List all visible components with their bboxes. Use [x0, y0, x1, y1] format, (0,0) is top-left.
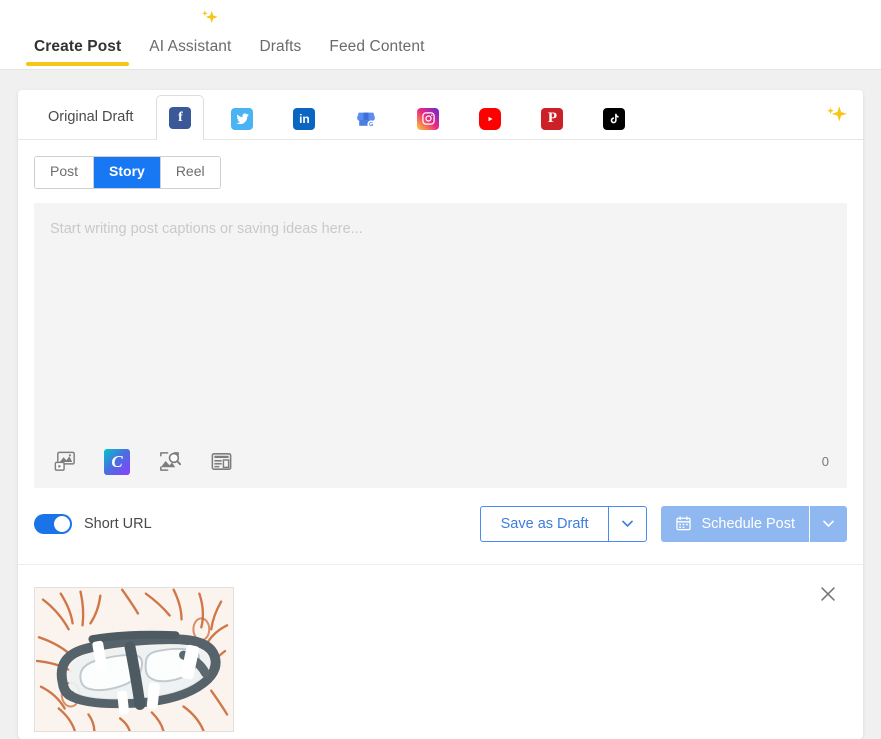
- save-as-draft-chevron-down-icon[interactable]: [608, 507, 646, 541]
- active-tab-underline: [26, 62, 129, 66]
- primary-actions: Save as Draft: [480, 506, 847, 542]
- tab-ai-assistant[interactable]: AI Assistant: [135, 38, 245, 69]
- editor-toolbar: C: [34, 436, 847, 488]
- channel-tab-instagram[interactable]: [404, 97, 452, 139]
- schedule-post-main: Schedule Post: [661, 506, 809, 542]
- channel-tab-linkedin[interactable]: in: [280, 97, 328, 139]
- save-as-draft-label: Save as Draft: [481, 507, 609, 541]
- image-search-icon[interactable]: [156, 449, 182, 475]
- facebook-icon: f: [169, 107, 191, 129]
- post-editor[interactable]: Start writing post captions or saving id…: [34, 203, 847, 488]
- media-upload-icon[interactable]: [52, 449, 78, 475]
- short-url-toggle[interactable]: [34, 514, 72, 534]
- calendar-icon: [675, 515, 692, 532]
- pinterest-icon: P: [541, 108, 563, 130]
- tab-feed-content[interactable]: Feed Content: [315, 38, 438, 69]
- twitter-icon: [231, 108, 253, 130]
- page-body: Original Draft f in: [0, 70, 881, 739]
- schedule-post-label: Schedule Post: [701, 516, 795, 532]
- editor-section: Start writing post captions or saving id…: [18, 189, 863, 488]
- tab-create-post-label: Create Post: [34, 38, 121, 55]
- ai-assist-sparkle-icon[interactable]: [823, 103, 849, 129]
- caption-input[interactable]: Start writing post captions or saving id…: [34, 203, 847, 436]
- tab-create-post[interactable]: Create Post: [20, 38, 135, 69]
- top-navigation-bar: Create Post AI Assistant Drafts Feed Con…: [0, 0, 881, 70]
- short-url-label: Short URL: [84, 516, 152, 532]
- channel-tab-google-business[interactable]: G: [342, 97, 390, 139]
- tab-drafts-label: Drafts: [259, 38, 301, 55]
- youtube-icon: [479, 108, 501, 130]
- channel-tab-pinterest[interactable]: P: [528, 97, 576, 139]
- attachment-thumbnail[interactable]: [34, 587, 234, 732]
- actions-row: Short URL Save as Draft: [18, 488, 863, 542]
- post-type-section: Post Story Reel: [18, 140, 863, 189]
- goggles-image: [35, 588, 233, 731]
- svg-text:G: G: [369, 121, 373, 127]
- remove-attachment-close-icon[interactable]: [815, 581, 841, 607]
- template-icon[interactable]: [208, 449, 234, 475]
- post-type-post[interactable]: Post: [35, 157, 94, 188]
- channel-tab-youtube[interactable]: [466, 97, 514, 139]
- channel-tab-facebook[interactable]: f: [156, 95, 204, 139]
- post-type-reel[interactable]: Reel: [161, 157, 220, 188]
- tab-feed-content-label: Feed Content: [329, 38, 424, 55]
- toggle-knob: [54, 516, 70, 532]
- attachment-row: [18, 564, 863, 732]
- instagram-icon: [417, 108, 439, 130]
- nav-tab-list: Create Post AI Assistant Drafts Feed Con…: [20, 38, 439, 69]
- canva-icon[interactable]: C: [104, 449, 130, 475]
- tab-ai-assistant-label: AI Assistant: [149, 38, 231, 55]
- post-type-segmented-control: Post Story Reel: [34, 156, 221, 189]
- composer-card: Original Draft f in: [18, 90, 863, 739]
- save-as-draft-button[interactable]: Save as Draft: [480, 506, 648, 542]
- sparkle-icon: [198, 8, 220, 30]
- original-draft-label: Original Draft: [48, 109, 133, 125]
- post-type-story[interactable]: Story: [94, 157, 161, 188]
- linkedin-icon: in: [293, 108, 315, 130]
- tiktok-icon: [603, 108, 625, 130]
- schedule-post-chevron-down-icon[interactable]: [809, 506, 847, 542]
- tab-drafts[interactable]: Drafts: [245, 38, 315, 69]
- google-business-icon: G: [355, 108, 377, 130]
- schedule-post-button[interactable]: Schedule Post: [661, 506, 847, 542]
- short-url-group: Short URL: [34, 514, 152, 534]
- channel-tab-tiktok[interactable]: [590, 97, 638, 139]
- tab-original-draft[interactable]: Original Draft: [32, 109, 149, 139]
- channel-tab-twitter[interactable]: [218, 97, 266, 139]
- character-count: 0: [822, 454, 829, 469]
- channel-tab-strip: Original Draft f in: [18, 90, 863, 140]
